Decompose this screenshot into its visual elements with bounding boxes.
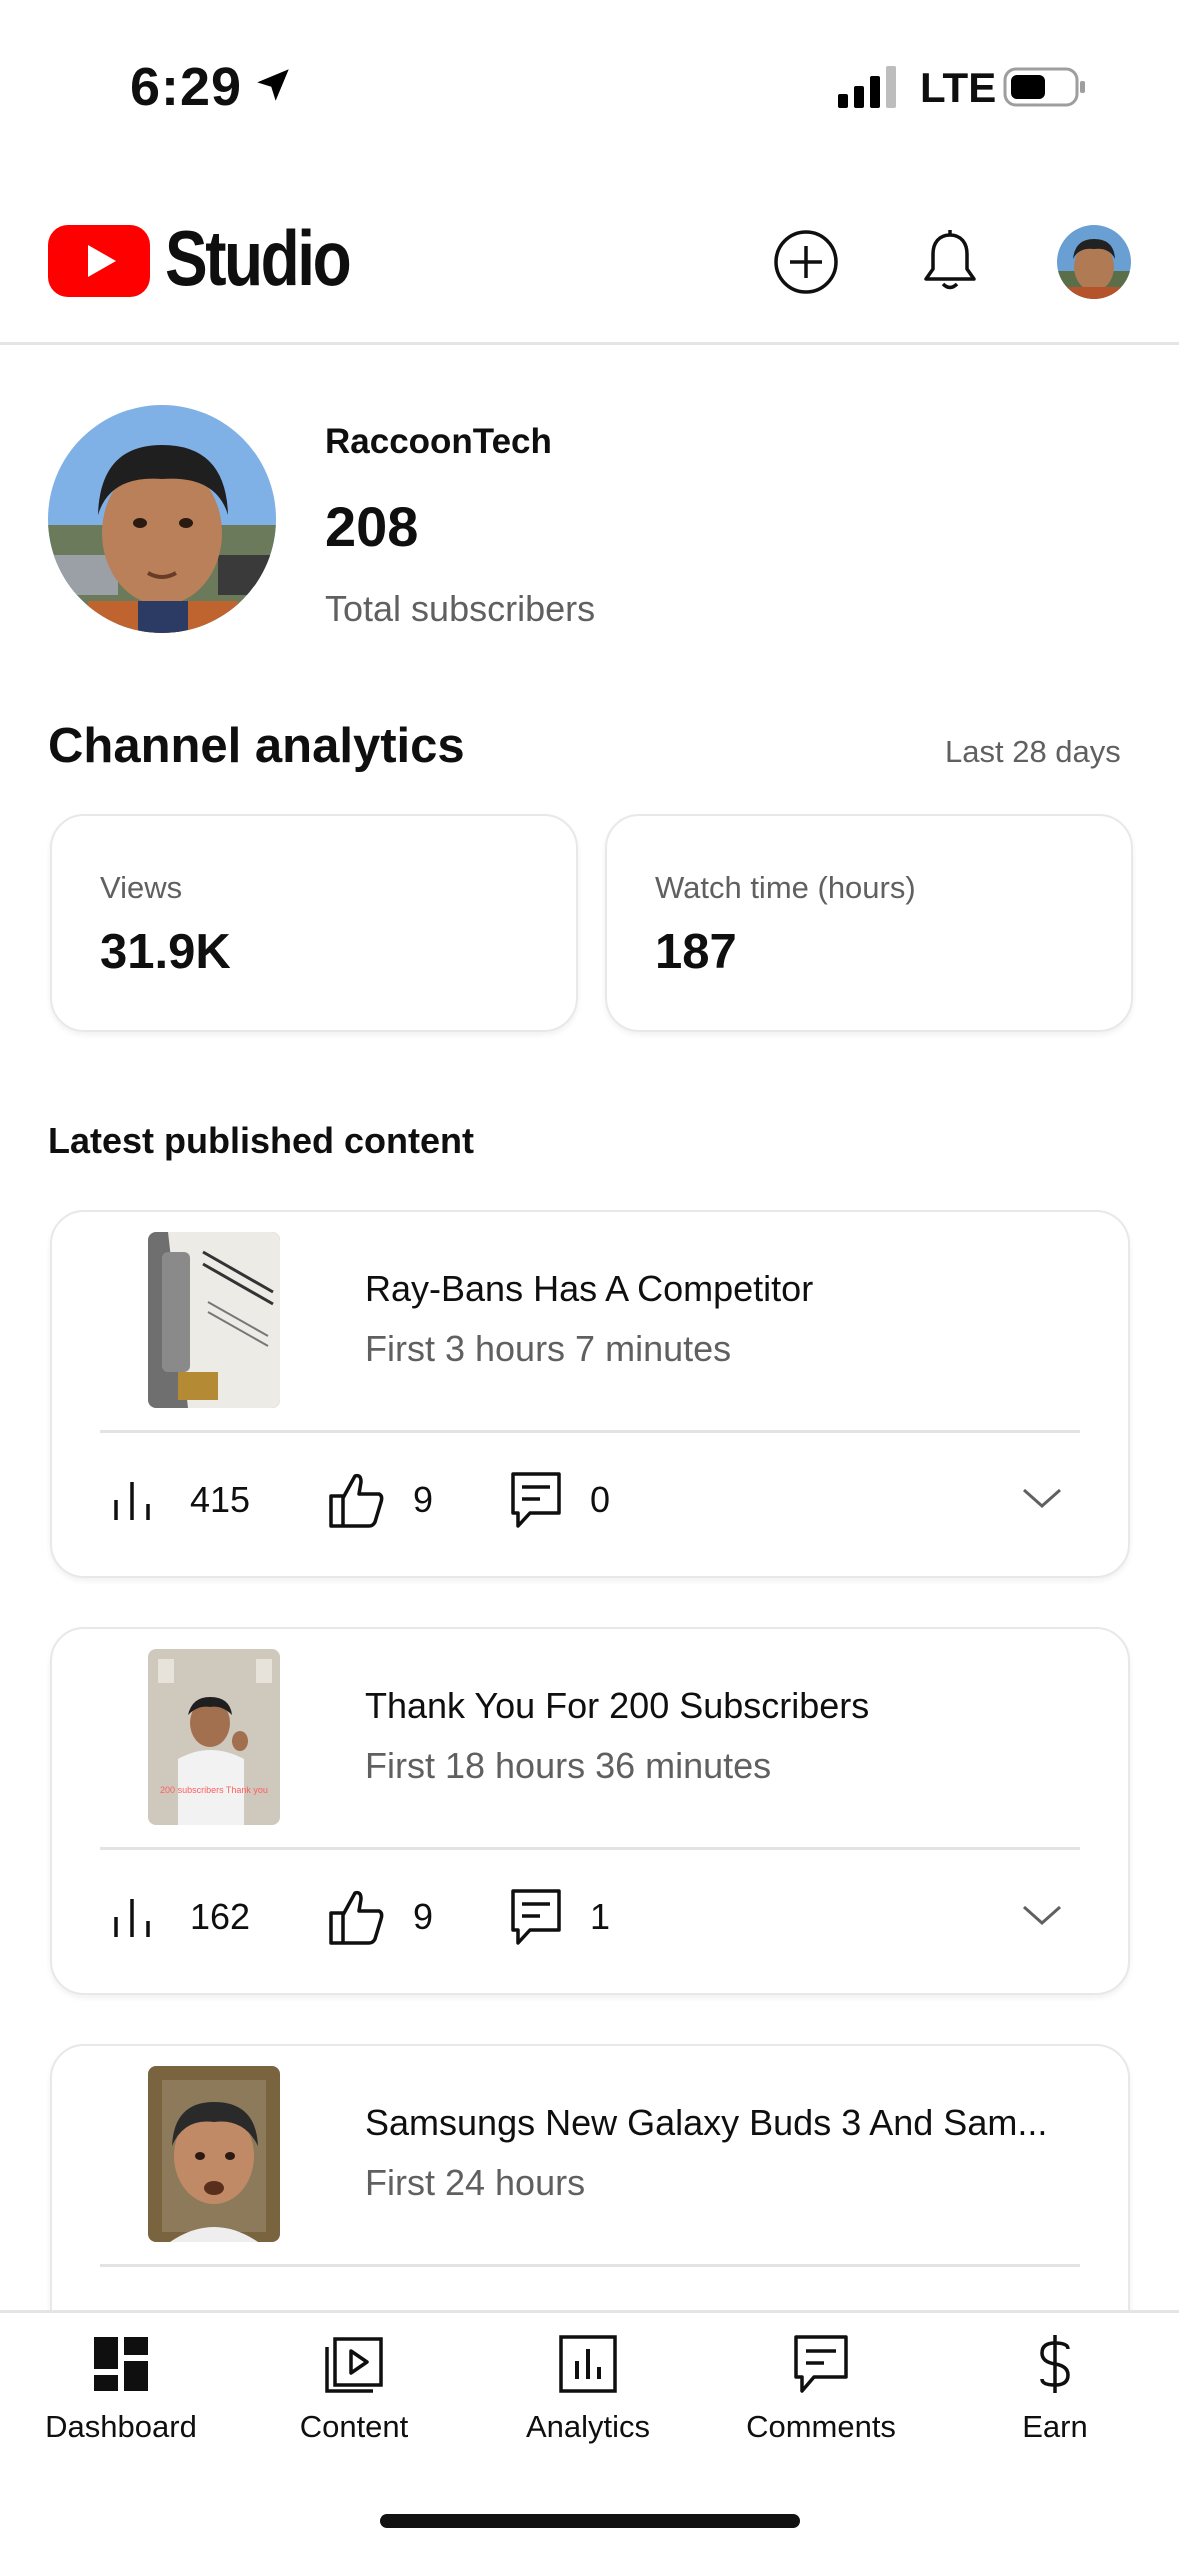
comments-count: 1 <box>590 1896 611 1937</box>
battery-icon <box>1003 67 1085 107</box>
nav-comments[interactable]: Comments <box>721 2331 921 2471</box>
views-count: 162 <box>190 1896 251 1937</box>
comments-icon <box>794 2335 848 2393</box>
nav-content-label: Content <box>299 2409 409 2444</box>
create-icon <box>774 230 838 294</box>
channel-avatar <box>48 405 276 633</box>
status-bar: 6:29 LTE <box>0 0 1179 175</box>
thumbnail-image <box>148 1232 280 1408</box>
chevron-down-icon[interactable] <box>1018 1891 1066 1939</box>
comments-metric: 0 <box>510 1470 610 1530</box>
account-avatar[interactable] <box>1057 225 1131 299</box>
latest-content-title: Latest published content <box>48 1120 475 1161</box>
likes-count: 9 <box>413 1479 434 1520</box>
comments-count: 0 <box>590 1479 611 1520</box>
nav-earn-label: Earn <box>1022 2409 1088 2444</box>
channel-avatar-image <box>48 405 276 633</box>
network-type: LTE <box>920 64 997 111</box>
watch-time-label: Watch time (hours) <box>655 870 916 905</box>
create-button[interactable] <box>771 227 841 297</box>
analytics-range: Last 28 days <box>945 734 1121 769</box>
subscriber-count: 208 <box>325 495 419 558</box>
comment-icon <box>511 1472 561 1528</box>
youtube-logo-icon <box>48 225 150 297</box>
thumbnail-image <box>148 2066 280 2242</box>
divider <box>100 2264 1080 2267</box>
content-icon <box>325 2337 383 2393</box>
dashboard-icon <box>94 2337 148 2391</box>
nav-analytics-label: Analytics <box>525 2409 651 2444</box>
nav-comments-label: Comments <box>746 2409 896 2444</box>
views-card[interactable]: Views 31.9K <box>50 814 578 1032</box>
video-subtitle: First 24 hours <box>365 2162 586 2203</box>
analytics-title: Channel analytics <box>48 719 465 773</box>
likes-metric: 9 <box>327 1470 433 1530</box>
nav-dashboard[interactable]: Dashboard <box>21 2331 221 2471</box>
dollar-icon <box>1040 2335 1070 2393</box>
status-time: 6:29 <box>130 57 243 117</box>
video-subtitle: First 18 hours 36 minutes <box>365 1745 772 1786</box>
comment-icon <box>511 1889 561 1945</box>
video-thumbnail[interactable] <box>148 1232 280 1408</box>
views-value: 31.9K <box>100 925 231 979</box>
content-card[interactable]: Ray-Bans Has A Competitor First 3 hours … <box>50 1210 1130 1578</box>
avatar-image <box>1057 225 1131 299</box>
video-thumbnail[interactable] <box>148 2066 280 2242</box>
thumbnail-caption: 200 subscribers Thank you <box>160 1785 268 1795</box>
views-count: 415 <box>190 1479 251 1520</box>
nav-dashboard-label: Dashboard <box>45 2409 197 2444</box>
views-bars-icon <box>114 1482 150 1520</box>
watch-time-card[interactable]: Watch time (hours) 187 <box>605 814 1133 1032</box>
video-title: Thank You For 200 Subscribers <box>365 1685 870 1726</box>
app-title: Studio <box>165 214 352 302</box>
comments-metric: 1 <box>510 1887 610 1947</box>
views-label: Views <box>100 870 183 905</box>
nav-analytics[interactable]: Analytics <box>488 2331 688 2471</box>
app-header: Studio <box>0 175 1179 345</box>
video-thumbnail[interactable]: 200 subscribers Thank you <box>148 1649 280 1825</box>
divider <box>100 1430 1080 1433</box>
divider <box>100 1847 1080 1850</box>
video-subtitle: First 3 hours 7 minutes <box>365 1328 732 1369</box>
views-bars-icon <box>114 1899 150 1937</box>
video-title: Ray-Bans Has A Competitor <box>365 1268 814 1309</box>
thumbs-up-icon <box>329 1890 384 1945</box>
likes-count: 9 <box>413 1896 434 1937</box>
likes-metric: 9 <box>327 1887 433 1947</box>
watch-time-value: 187 <box>655 925 737 979</box>
bell-icon <box>924 230 976 290</box>
nav-content[interactable]: Content <box>254 2331 454 2471</box>
video-title: Samsungs New Galaxy Buds 3 And Sam... <box>365 2102 1048 2143</box>
location-arrow-icon <box>257 69 289 101</box>
thumbnail-image <box>148 1649 280 1825</box>
subscriber-label: Total subscribers <box>325 588 596 629</box>
thumbs-up-icon <box>329 1473 384 1528</box>
channel-name: RaccoonTech <box>325 422 552 461</box>
analytics-icon <box>559 2335 617 2393</box>
home-indicator <box>380 2514 800 2528</box>
chevron-down-icon[interactable] <box>1018 1474 1066 1522</box>
views-metric: 415 <box>110 1470 250 1530</box>
nav-earn[interactable]: Earn <box>955 2331 1155 2471</box>
views-metric: 162 <box>110 1887 250 1947</box>
notifications-button[interactable] <box>915 227 985 297</box>
signal-icon <box>838 66 896 108</box>
content-card[interactable]: 200 subscribers Thank you Thank You For … <box>50 1627 1130 1995</box>
